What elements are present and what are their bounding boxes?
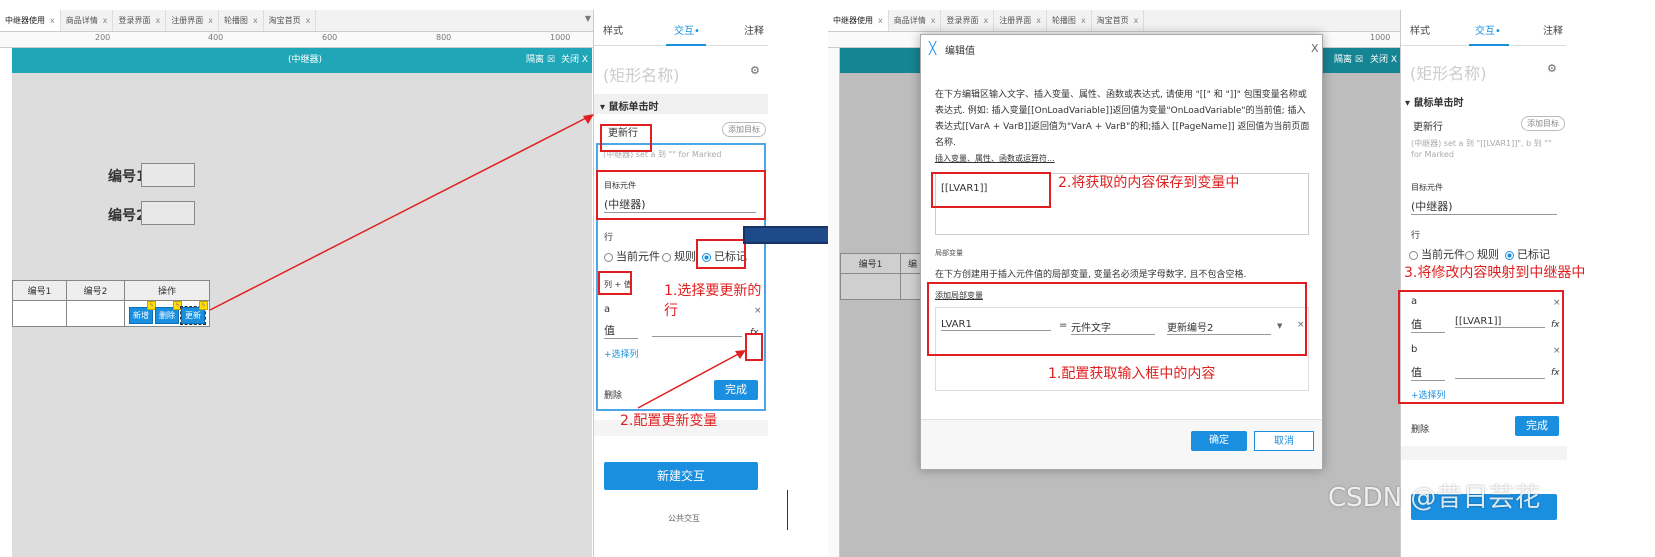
tab-style[interactable]: 样式	[1410, 22, 1430, 37]
cancel-button[interactable]: 取消	[1254, 431, 1314, 451]
radio-current[interactable]: 当前元件	[1409, 246, 1465, 262]
radio-icon	[1465, 250, 1474, 260]
divider	[1401, 446, 1567, 460]
dialog-close-icon[interactable]: X	[1311, 42, 1319, 55]
dialog-logo-icon: ╳	[929, 41, 937, 55]
local-vars-desc: 在下方创建用于插入元件值的局部变量, 变量名必须是字母数字, 且不包含空格.	[935, 270, 1247, 280]
table-cell	[840, 273, 901, 300]
tab-page[interactable]: 商品详情 x	[889, 10, 942, 31]
done-button[interactable]: 完成	[1515, 416, 1559, 436]
right-screenshot: 中继器使用 x 商品详情 x 登录界面 x 注册界面 x 轮播图 x 淘宝首页 x 1000 隔离 ☒…	[828, 10, 1655, 557]
isolate-button[interactable]: 隔离 ☒	[1334, 48, 1363, 73]
radio-icon	[1409, 250, 1418, 260]
tab-notes[interactable]: 注释	[1543, 22, 1563, 37]
inspector-panel: 样式 交互• 注释 (矩形名称) ⚙ ▾ 鼠标单击时 更新行 添加目标 (中继器…	[1400, 10, 1567, 557]
tab-interaction[interactable]: 交互•	[1475, 22, 1501, 37]
repeater-table: 编号1 编	[840, 253, 925, 300]
dialog-description: 在下方编辑区输入文字、插入变量、属性、函数或表达式, 请使用 "[[" 和 "]…	[935, 90, 1310, 148]
target-label: 目标元件	[1411, 183, 1443, 192]
tab-page[interactable]: 注册界面 x	[994, 10, 1047, 31]
radio-rule[interactable]: 规则	[1465, 246, 1499, 262]
row-label: 行	[1411, 231, 1421, 241]
tab-page[interactable]: 登录界面 x	[941, 10, 995, 31]
action-name[interactable]: 更新行	[1413, 118, 1443, 133]
annotation-arrows	[209, 114, 746, 409]
local-vars-title: 局部变量	[935, 249, 963, 257]
radio-selected-icon	[1505, 250, 1514, 260]
delete-link[interactable]: 删除	[1411, 422, 1429, 435]
page-tabs: 中继器使用 x 商品详情 x 登录界面 x 注册界面 x 轮播图 x 淘宝首页 x	[828, 10, 1400, 32]
arrow-to-action	[209, 115, 591, 311]
watermark: CSDN @昔日芸花	[1328, 483, 1541, 513]
annotation-step1: 1.配置获取输入框中的内容	[1048, 366, 1216, 382]
arrow-to-fx	[637, 351, 743, 409]
highlight-editor-value	[931, 172, 1051, 208]
annotation-step2: 2.将获取的内容保存到变量中	[1058, 175, 1240, 191]
tab-page[interactable]: 淘宝首页 x	[1092, 10, 1145, 31]
action-description: (中继器) set a 到 "[[LVAR1]]", b 到 "" for Ma…	[1411, 139, 1552, 159]
shape-name[interactable]: (矩形名称)	[1410, 60, 1487, 84]
edit-value-dialog: ╳ 编辑值 X 在下方编辑区输入文字、插入变量、属性、函数或表达式, 请使用 "…	[920, 34, 1323, 470]
event-title[interactable]: ▾ 鼠标单击时	[1405, 94, 1464, 109]
tab-page[interactable]: 轮播图 x	[1047, 10, 1092, 31]
dialog-title: 编辑值	[945, 46, 975, 57]
column-header: 编号1	[840, 253, 901, 274]
inspector-tabs: 样式 交互• 注释	[1401, 10, 1566, 46]
left-screenshot: 中继器使用 x 商品详情 x 登录界面 x 注册界面 x 轮播图 x 淘宝首页 x ▼ 200 400…	[0, 10, 770, 557]
add-target-button[interactable]: 添加目标	[1521, 116, 1565, 131]
highlight-column-mapping	[1398, 290, 1564, 404]
separator-line	[787, 490, 788, 530]
active-tab-indicator	[1469, 44, 1509, 46]
insert-variable-link[interactable]: 插入变量、属性、函数或运算符...	[935, 153, 1055, 164]
tab-page[interactable]: 中继器使用 x	[828, 10, 889, 31]
settings-icon[interactable]: ⚙	[1547, 62, 1557, 75]
vertical-ruler	[828, 48, 840, 557]
annotation-step3: 3.将修改内容映射到中继器中	[1404, 265, 1586, 281]
ok-button[interactable]: 确定	[1191, 431, 1247, 451]
close-button[interactable]: 关闭 X	[1370, 48, 1397, 73]
target-select[interactable]: (中继器)	[1411, 198, 1557, 215]
radio-marked[interactable]: 已标记	[1505, 246, 1550, 262]
highlight-local-var	[927, 282, 1307, 356]
